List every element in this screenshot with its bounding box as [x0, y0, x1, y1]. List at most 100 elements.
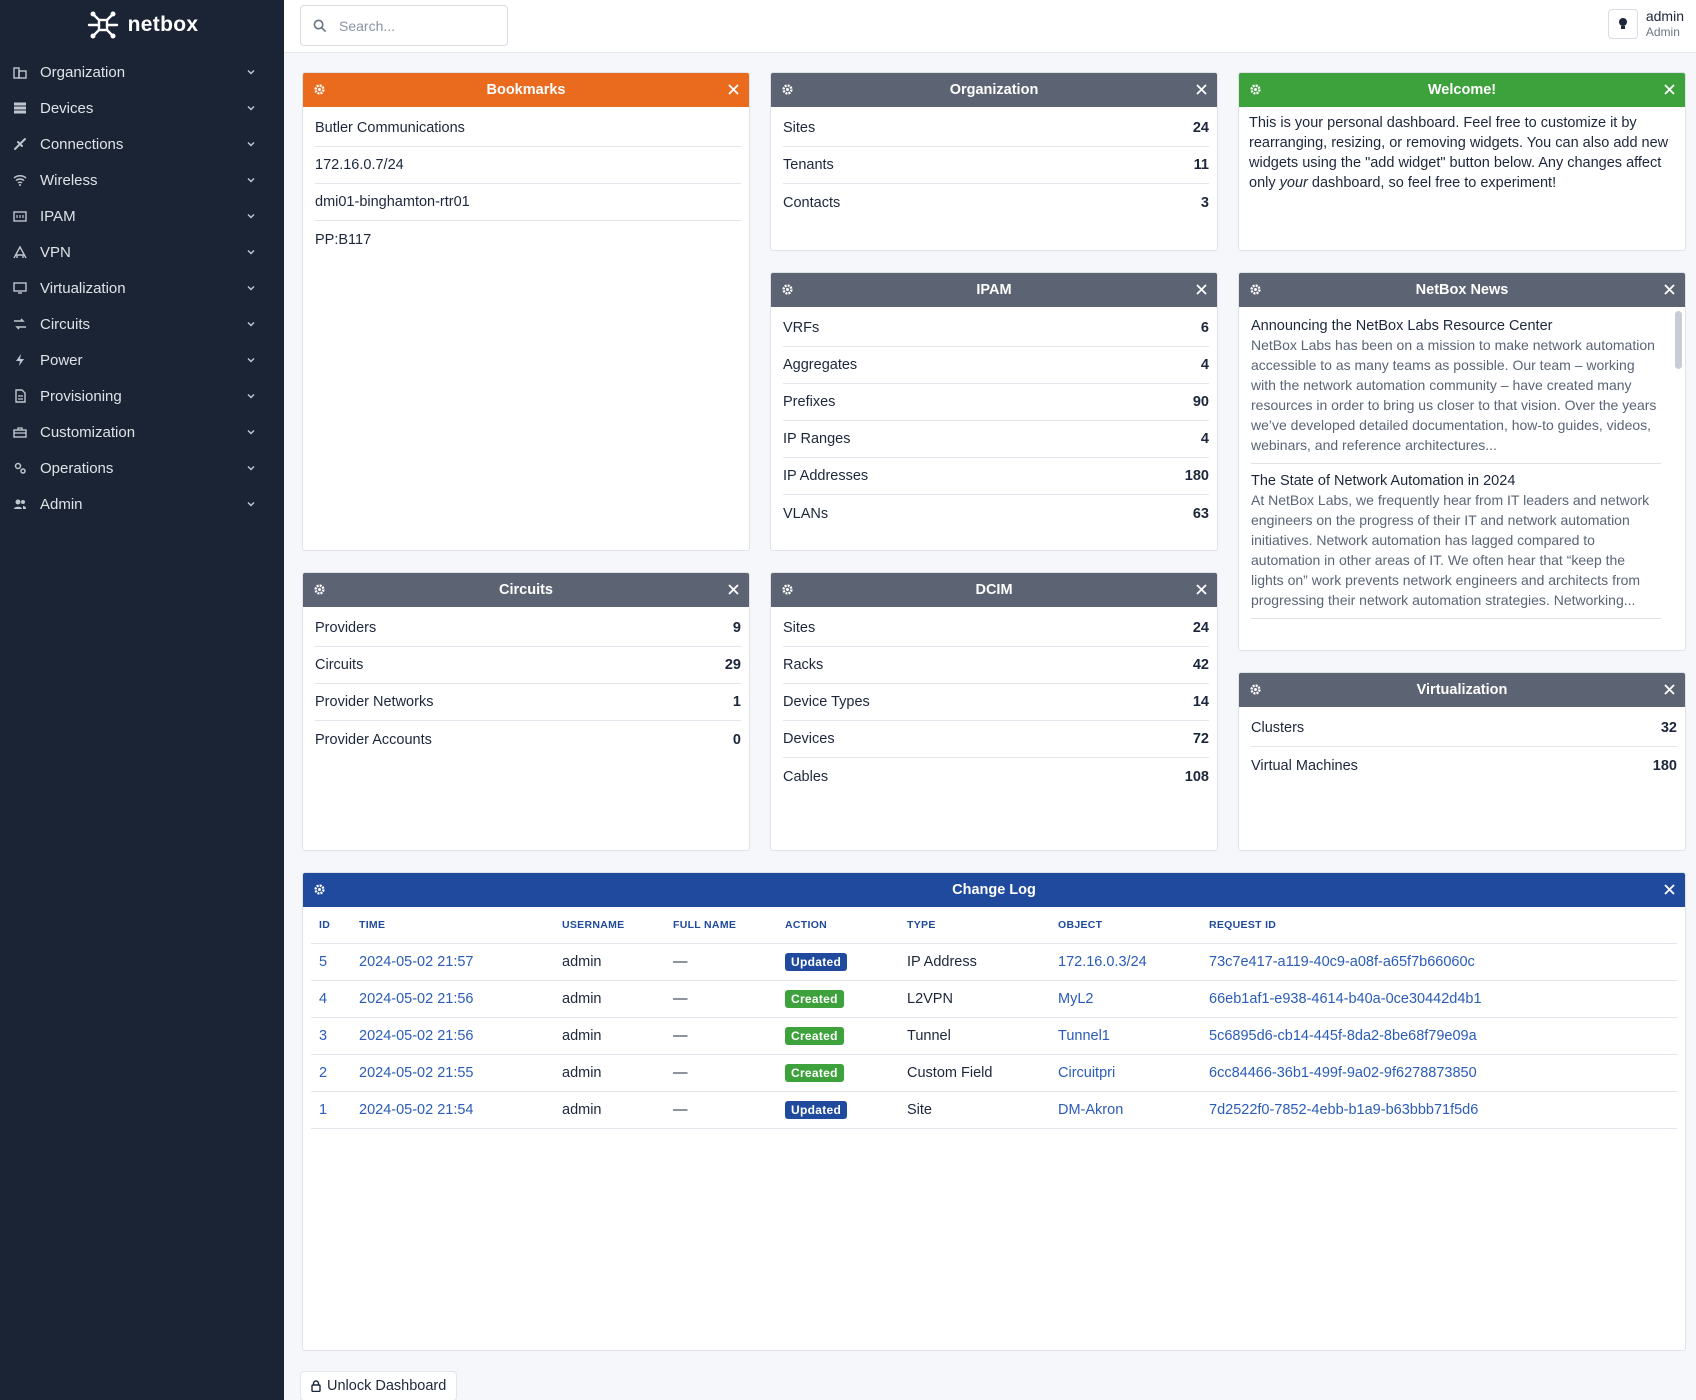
gear-icon[interactable] [313, 883, 326, 896]
changelog-id-link[interactable]: 1 [311, 1091, 351, 1129]
gear-icon[interactable] [781, 283, 794, 296]
stat-row[interactable]: Cables 108 [783, 758, 1209, 795]
stat-row[interactable]: VRFs 6 [783, 310, 1209, 347]
gear-icon[interactable] [1249, 683, 1262, 696]
sidebar-item-customization[interactable]: Customization [0, 414, 284, 450]
close-icon[interactable] [1664, 84, 1675, 95]
changelog-request-id-link[interactable]: 6cc84466-36b1-499f-9a02-9f6278873850 [1201, 1054, 1677, 1092]
stat-label[interactable]: Provider Accounts [315, 732, 432, 748]
sidebar-item-ipam[interactable]: IPAM [0, 198, 284, 234]
widget-header[interactable]: Change Log [303, 873, 1685, 907]
stat-label[interactable]: Virtual Machines [1251, 758, 1358, 774]
changelog-id-link[interactable]: 3 [311, 1017, 351, 1055]
stat-label[interactable]: Cables [783, 769, 828, 785]
column-header[interactable]: TYPE [899, 907, 1050, 944]
changelog-request-id-link[interactable]: 5c6895d6-cb14-445f-8da2-8be68f79e09a [1201, 1017, 1677, 1055]
stat-row[interactable]: Circuits 29 [315, 647, 741, 684]
bookmark-label[interactable]: 172.16.0.7/24 [315, 157, 404, 173]
sidebar-item-power[interactable]: Power [0, 342, 284, 378]
stat-label[interactable]: Providers [315, 620, 376, 636]
bookmark-item[interactable]: dmi01-binghamton-rtr01 [315, 184, 741, 221]
search-input[interactable] [339, 17, 489, 34]
stat-label[interactable]: Circuits [315, 657, 363, 673]
news-feed[interactable]: Announcing the NetBox Labs Resource Cent… [1239, 307, 1685, 650]
close-icon[interactable] [1664, 884, 1675, 895]
user-menu[interactable]: admin Admin [1607, 8, 1684, 40]
sidebar-item-provisioning[interactable]: Provisioning [0, 378, 284, 414]
widget-header[interactable]: IPAM [771, 273, 1217, 307]
stat-label[interactable]: Device Types [783, 694, 870, 710]
changelog-id-link[interactable]: 5 [311, 943, 351, 981]
sidebar-item-operations[interactable]: Operations [0, 450, 284, 486]
close-icon[interactable] [1196, 284, 1207, 295]
unlock-dashboard-button[interactable]: Unlock Dashboard [300, 1371, 458, 1400]
stat-row[interactable]: IP Addresses 180 [783, 458, 1209, 495]
news-item[interactable]: The State of Network Automation in 2024 … [1251, 472, 1661, 619]
changelog-request-id-link[interactable]: 66eb1af1-e938-4614-b40a-0ce30442d4b1 [1201, 980, 1677, 1018]
bookmark-label[interactable]: Butler Communications [315, 120, 465, 136]
widget-header[interactable]: DCIM [771, 573, 1217, 607]
stat-row[interactable]: Racks 42 [783, 647, 1209, 684]
stat-row[interactable]: Provider Accounts 0 [315, 721, 741, 758]
bookmark-label[interactable]: dmi01-binghamton-rtr01 [315, 194, 470, 210]
gear-icon[interactable] [781, 583, 794, 596]
sidebar-item-organization[interactable]: Organization [0, 54, 284, 90]
column-header[interactable]: FULL NAME [665, 907, 777, 944]
changelog-time-link[interactable]: 2024-05-02 21:57 [351, 943, 554, 981]
stat-row[interactable]: Providers 9 [315, 610, 741, 647]
close-icon[interactable] [1196, 584, 1207, 595]
bookmark-label[interactable]: PP:B117 [315, 232, 371, 248]
widget-header[interactable]: Bookmarks [303, 73, 749, 107]
changelog-time-link[interactable]: 2024-05-02 21:56 [351, 980, 554, 1018]
changelog-time-link[interactable]: 2024-05-02 21:56 [351, 1017, 554, 1055]
bookmark-item[interactable]: PP:B117 [315, 221, 741, 258]
search-box[interactable] [300, 5, 508, 46]
brand-logo[interactable]: netbox [0, 0, 284, 50]
stat-label[interactable]: Clusters [1251, 720, 1304, 736]
close-icon[interactable] [1196, 84, 1207, 95]
stat-row[interactable]: Virtual Machines 180 [1251, 747, 1677, 784]
widget-header[interactable]: NetBox News [1239, 273, 1685, 307]
changelog-request-id-link[interactable]: 7d2522f0-7852-4ebb-b1a9-b63bbb71f5d6 [1201, 1091, 1677, 1129]
stat-label[interactable]: Sites [783, 120, 815, 136]
stat-row[interactable]: Device Types 14 [783, 684, 1209, 721]
news-title[interactable]: Announcing the NetBox Labs Resource Cent… [1251, 317, 1661, 335]
gear-icon[interactable] [1249, 283, 1262, 296]
sidebar-item-devices[interactable]: Devices [0, 90, 284, 126]
gear-icon[interactable] [313, 83, 326, 96]
sidebar-item-virtualization[interactable]: Virtualization [0, 270, 284, 306]
stat-row[interactable]: Clusters 32 [1251, 710, 1677, 747]
changelog-time-link[interactable]: 2024-05-02 21:54 [351, 1091, 554, 1129]
changelog-request-id-link[interactable]: 73c7e417-a119-40c9-a08f-a65f7b66060c [1201, 943, 1677, 981]
widget-header[interactable]: Circuits [303, 573, 749, 607]
changelog-object-link[interactable]: 172.16.0.3/24 [1050, 943, 1201, 981]
stat-row[interactable]: Tenants 11 [783, 147, 1209, 184]
changelog-object-link[interactable]: Circuitpri [1050, 1054, 1201, 1092]
changelog-object-link[interactable]: Tunnel1 [1050, 1017, 1201, 1055]
news-item[interactable]: Announcing the NetBox Labs Resource Cent… [1251, 317, 1661, 464]
stat-label[interactable]: Sites [783, 620, 815, 636]
stat-label[interactable]: Prefixes [783, 394, 835, 410]
close-icon[interactable] [1664, 284, 1675, 295]
theme-toggle-button[interactable] [1607, 9, 1638, 39]
stat-row[interactable]: Provider Networks 1 [315, 684, 741, 721]
stat-label[interactable]: Devices [783, 731, 835, 747]
widget-header[interactable]: Welcome! [1239, 73, 1685, 107]
stat-label[interactable]: Tenants [783, 157, 834, 173]
scrollbar[interactable] [1675, 311, 1682, 369]
stat-row[interactable]: Sites 24 [783, 610, 1209, 647]
stat-row[interactable]: Devices 72 [783, 721, 1209, 758]
changelog-id-link[interactable]: 4 [311, 980, 351, 1018]
stat-row[interactable]: Contacts 3 [783, 184, 1209, 221]
user-info[interactable]: admin Admin [1646, 8, 1684, 40]
stat-label[interactable]: IP Addresses [783, 468, 868, 484]
news-title[interactable]: The State of Network Automation in 2024 [1251, 472, 1661, 490]
changelog-id-link[interactable]: 2 [311, 1054, 351, 1092]
changelog-time-link[interactable]: 2024-05-02 21:55 [351, 1054, 554, 1092]
sidebar-item-wireless[interactable]: Wireless [0, 162, 284, 198]
column-header[interactable]: ID [311, 907, 351, 944]
column-header[interactable]: USERNAME [554, 907, 665, 944]
stat-row[interactable]: Aggregates 4 [783, 347, 1209, 384]
close-icon[interactable] [728, 584, 739, 595]
changelog-object-link[interactable]: DM-Akron [1050, 1091, 1201, 1129]
